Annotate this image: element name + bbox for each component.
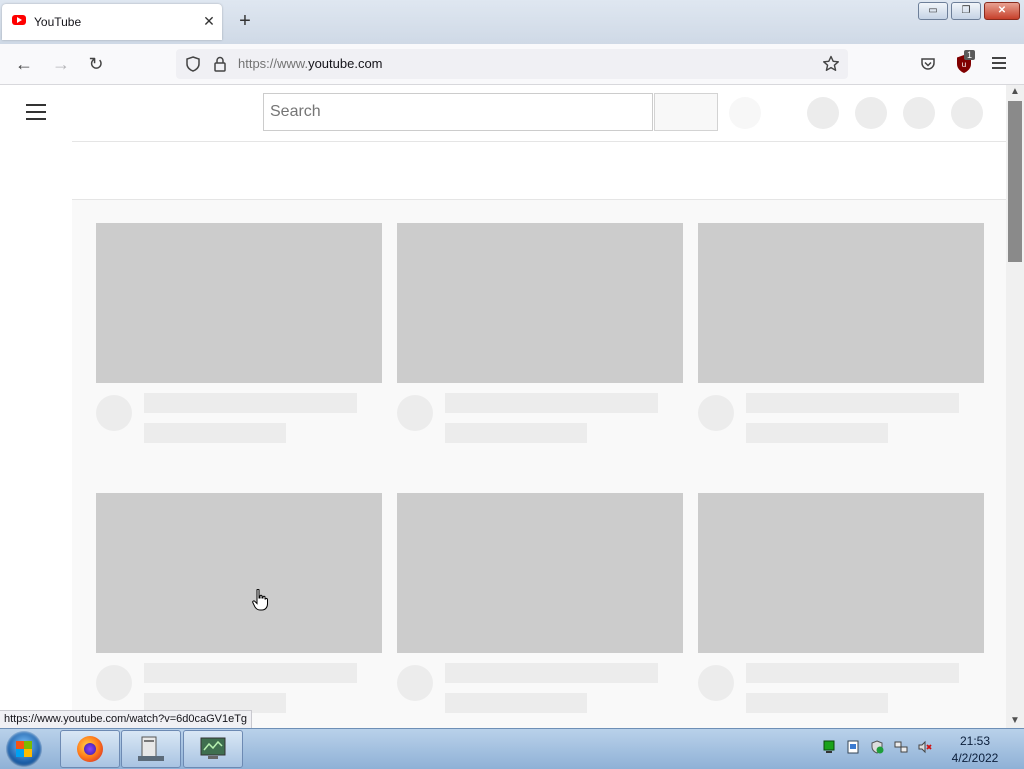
network-tray-icon[interactable] — [894, 740, 908, 754]
youtube-header — [0, 85, 1006, 141]
restore-button[interactable]: ❐ — [951, 2, 981, 20]
clock-time[interactable]: 21:53 — [944, 734, 1006, 748]
minimize-button[interactable]: ▭ — [918, 2, 948, 20]
meta-placeholder — [445, 423, 587, 443]
title-placeholder — [746, 663, 959, 683]
title-placeholder — [144, 663, 357, 683]
title-placeholder — [445, 393, 658, 413]
channel-avatar-placeholder — [96, 395, 132, 431]
meta-placeholder — [746, 693, 888, 713]
meta-placeholder — [144, 423, 286, 443]
menu-line — [26, 104, 46, 106]
monitor-icon — [200, 737, 226, 759]
video-card-skeleton[interactable] — [397, 223, 683, 443]
video-card-skeleton[interactable] — [698, 223, 984, 443]
guide-menu-button[interactable] — [26, 104, 46, 120]
hand-pointer-cursor-icon — [252, 589, 268, 611]
start-button[interactable] — [6, 731, 42, 767]
video-card-skeleton[interactable] — [96, 493, 382, 713]
chips-bar-placeholder — [72, 141, 1006, 200]
security-check-tray-icon[interactable] — [870, 740, 884, 754]
scroll-up-arrow-icon[interactable]: ▲ — [1006, 85, 1024, 99]
navigation-toolbar: ← → ↻ https://www.youtube.com u 1 — [0, 44, 1024, 85]
url-domain: youtube.com — [308, 56, 383, 71]
document-tray-icon[interactable] — [846, 740, 860, 754]
video-card-skeleton[interactable] — [96, 223, 382, 443]
menu-line — [992, 57, 1006, 59]
channel-avatar-placeholder — [698, 665, 734, 701]
green-monitor-tray-icon[interactable] — [822, 740, 836, 754]
video-card-skeleton[interactable] — [698, 493, 984, 713]
app-menu-button[interactable] — [992, 57, 1006, 69]
channel-avatar-placeholder — [397, 395, 433, 431]
windows-taskbar: 21:53 4/2/2022 — [0, 728, 1024, 769]
lock-icon[interactable] — [213, 56, 227, 72]
clock-date[interactable]: 4/2/2022 — [944, 751, 1006, 765]
title-placeholder — [746, 393, 959, 413]
meta-placeholder — [445, 693, 587, 713]
title-placeholder — [144, 393, 357, 413]
thumbnail-placeholder[interactable] — [96, 493, 382, 653]
channel-avatar-placeholder — [397, 665, 433, 701]
svg-text:u: u — [962, 60, 966, 69]
server-computer-icon — [138, 736, 164, 761]
taskbar-firefox[interactable] — [60, 730, 120, 768]
thumbnail-placeholder[interactable] — [698, 493, 984, 653]
ublock-badge: 1 — [964, 50, 976, 60]
windows-logo-icon — [16, 741, 32, 757]
header-icon-placeholder[interactable] — [855, 97, 887, 129]
taskbar-network-app[interactable] — [183, 730, 243, 768]
youtube-favicon-icon — [12, 15, 26, 25]
search-button[interactable] — [654, 93, 718, 131]
title-placeholder — [445, 663, 658, 683]
tab-strip: YouTube ✕ + ▭ ❐ ✕ — [0, 0, 1024, 44]
forward-button[interactable]: → — [50, 53, 72, 75]
voice-search-placeholder[interactable] — [729, 97, 761, 129]
url-text[interactable]: https://www.youtube.com — [238, 56, 383, 71]
menu-line — [26, 111, 46, 113]
tab-youtube[interactable]: YouTube ✕ — [2, 4, 222, 40]
tab-close-button[interactable]: ✕ — [200, 12, 218, 30]
tracking-shield-icon[interactable] — [185, 56, 201, 72]
page-scrollbar[interactable]: ▲ ▼ — [1006, 85, 1024, 728]
firefox-icon — [77, 736, 103, 762]
thumbnail-placeholder[interactable] — [96, 223, 382, 383]
header-icon-placeholder[interactable] — [807, 97, 839, 129]
tab-title: YouTube — [34, 15, 82, 29]
menu-line — [992, 67, 1006, 69]
mini-guide-sidebar — [0, 141, 72, 728]
back-button[interactable]: ← — [13, 53, 35, 75]
video-card-skeleton[interactable] — [397, 493, 683, 713]
reload-button[interactable]: ↻ — [85, 53, 107, 75]
youtube-page — [0, 85, 1006, 728]
url-prefix: https://www. — [238, 56, 309, 71]
header-icon-placeholder[interactable] — [903, 97, 935, 129]
thumbnail-placeholder[interactable] — [397, 223, 683, 383]
bookmark-star-icon[interactable] — [822, 55, 840, 73]
window-controls: ▭ ❐ ✕ — [918, 2, 1020, 20]
ublock-origin-button[interactable]: u 1 — [955, 50, 976, 76]
channel-avatar-placeholder — [698, 395, 734, 431]
thumbnail-placeholder[interactable] — [698, 223, 984, 383]
menu-line — [992, 62, 1006, 64]
close-window-button[interactable]: ✕ — [984, 2, 1020, 20]
new-tab-button[interactable]: + — [234, 10, 256, 32]
meta-placeholder — [746, 423, 888, 443]
url-bar[interactable]: https://www.youtube.com — [176, 49, 848, 79]
scroll-down-arrow-icon[interactable]: ▼ — [1006, 714, 1024, 728]
search-box[interactable] — [263, 93, 653, 131]
channel-avatar-placeholder — [96, 665, 132, 701]
thumbnail-placeholder[interactable] — [397, 493, 683, 653]
menu-line — [26, 118, 46, 120]
avatar-placeholder[interactable] — [951, 97, 983, 129]
status-link-preview: https://www.youtube.com/watch?v=6d0caGV1… — [0, 710, 253, 730]
pocket-icon[interactable] — [920, 56, 936, 72]
scroll-thumb[interactable] — [1008, 101, 1022, 262]
volume-muted-tray-icon[interactable] — [918, 740, 932, 754]
search-input[interactable] — [264, 94, 652, 130]
taskbar-file-manager[interactable] — [121, 730, 181, 768]
